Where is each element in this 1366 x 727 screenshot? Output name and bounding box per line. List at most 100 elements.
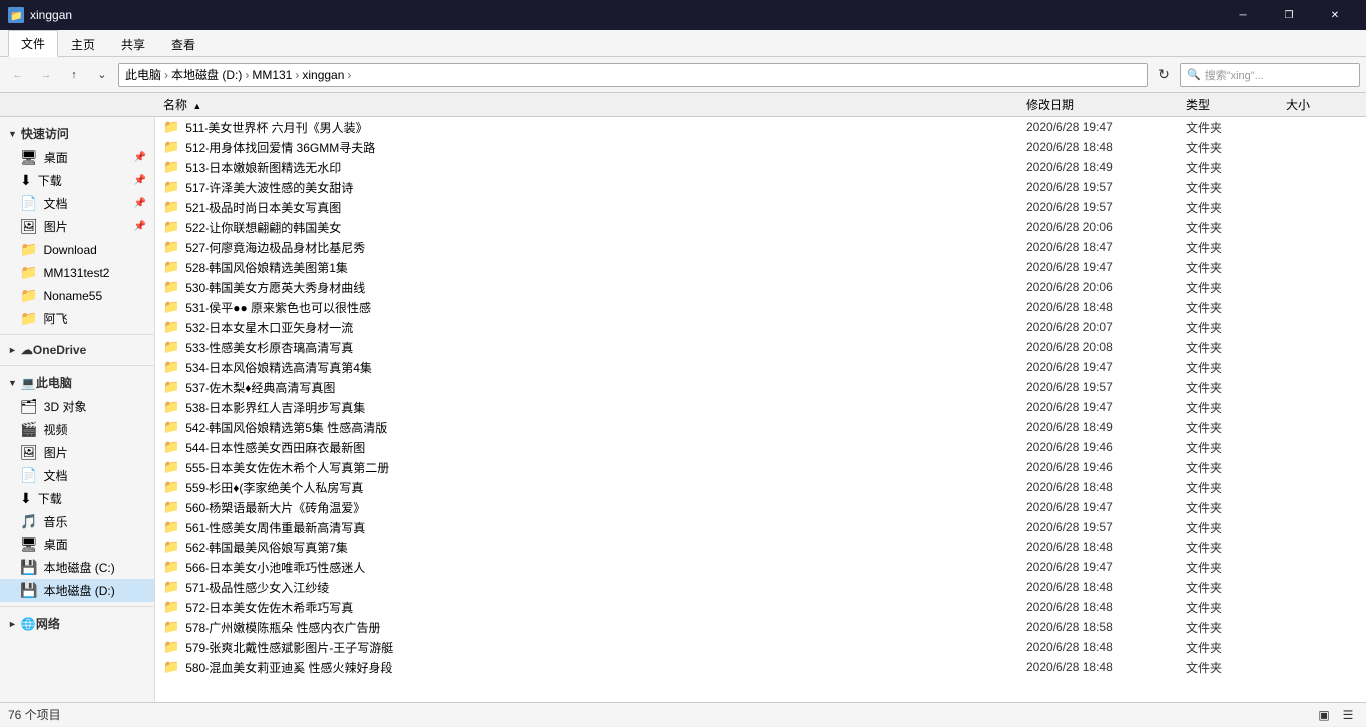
table-row[interactable]: 📁528-韩国风俗娘精选美图第1集2020/6/28 19:47文件夹 <box>155 257 1366 277</box>
table-row[interactable]: 📁542-韩国风俗娘精选第5集 性感高清版2020/6/28 18:49文件夹 <box>155 417 1366 437</box>
up-button[interactable]: ↑ <box>62 63 86 87</box>
table-row[interactable]: 📁517-许泽美大波性感的美女甜诗2020/6/28 19:57文件夹 <box>155 177 1366 197</box>
main-layout: ▼ 快速访问 🖥 桌面 📌 ⬇ 下载 📌 📄 文档 📌 🖼 图片 📌 📁 Dow… <box>0 117 1366 702</box>
table-row[interactable]: 📁555-日本美女佐佐木希个人写真第二册2020/6/28 19:46文件夹 <box>155 457 1366 477</box>
network-section[interactable]: ► 🌐 网络 <box>0 611 154 636</box>
search-box[interactable]: 🔍 搜索"xing"... <box>1180 63 1360 87</box>
sidebar-item-drive-c[interactable]: 💾 本地磁盘 (C:) <box>0 556 154 579</box>
refresh-button[interactable]: ↻ <box>1152 63 1176 87</box>
sidebar-item-noname55[interactable]: 📁 Noname55 <box>0 284 154 307</box>
file-type: 文件夹 <box>1186 139 1286 156</box>
folder-icon-1: 📁 <box>20 241 37 258</box>
table-row[interactable]: 📁572-日本美女佐佐木希乖巧写真2020/6/28 18:48文件夹 <box>155 597 1366 617</box>
table-row[interactable]: 📁521-极品时尚日本美女写真图2020/6/28 19:57文件夹 <box>155 197 1366 217</box>
tab-share[interactable]: 共享 <box>108 31 158 57</box>
video-label: 视频 <box>43 421 67 438</box>
this-pc-section[interactable]: ▼ 💻 此电脑 <box>0 370 154 395</box>
drive-c-label: 本地磁盘 (C:) <box>43 559 114 576</box>
sidebar-item-mm131test2[interactable]: 📁 MM131test2 <box>0 261 154 284</box>
table-row[interactable]: 📁560-杨槊语最新大片《砖角温爱》2020/6/28 19:47文件夹 <box>155 497 1366 517</box>
file-date: 2020/6/28 18:49 <box>1026 420 1186 434</box>
file-type: 文件夹 <box>1186 499 1286 516</box>
afei-label: 阿飞 <box>43 310 67 327</box>
folder-icon: 📁 <box>163 119 179 135</box>
quick-access-section[interactable]: ▼ 快速访问 <box>0 121 154 146</box>
desktop-icon: 🖥 <box>20 149 38 166</box>
grid-view-button[interactable]: ▣ <box>1314 705 1334 725</box>
table-row[interactable]: 📁512-用身体找回爱情 36GMM寻夫路2020/6/28 18:48文件夹 <box>155 137 1366 157</box>
onedrive-arrow: ► <box>8 345 17 355</box>
table-row[interactable]: 📁531-侯平●● 原来紫色也可以很性感2020/6/28 18:48文件夹 <box>155 297 1366 317</box>
sidebar-item-desktop-quick[interactable]: 🖥 桌面 📌 <box>0 146 154 169</box>
download-icon: ⬇ <box>20 172 32 189</box>
table-row[interactable]: 📁534-日本风俗娘精选高清写真第4集2020/6/28 19:47文件夹 <box>155 357 1366 377</box>
minimize-button[interactable]: ─ <box>1220 0 1266 30</box>
folder-icon: 📁 <box>163 259 179 275</box>
sidebar-item-download-quick[interactable]: ⬇ 下载 📌 <box>0 169 154 192</box>
sidebar-item-music[interactable]: 🎵 音乐 <box>0 510 154 533</box>
maximize-button[interactable]: ❐ <box>1266 0 1312 30</box>
table-row[interactable]: 📁530-韩国美女方愿英大秀身材曲线2020/6/28 20:06文件夹 <box>155 277 1366 297</box>
folder-icon: 📁 <box>163 499 179 515</box>
table-row[interactable]: 📁527-何廖竟海边极品身材比基尼秀2020/6/28 18:47文件夹 <box>155 237 1366 257</box>
sidebar-item-download-folder[interactable]: 📁 Download <box>0 238 154 261</box>
sidebar-item-desktop[interactable]: 🖥 桌面 <box>0 533 154 556</box>
file-name: 537-佐木梨♦经典高清写真图 <box>185 379 1026 396</box>
drive-d-label: 本地磁盘 (D:) <box>43 582 114 599</box>
sidebar-item-afei[interactable]: 📁 阿飞 <box>0 307 154 330</box>
table-row[interactable]: 📁522-让你联想翩翩的韩国美女2020/6/28 20:06文件夹 <box>155 217 1366 237</box>
sidebar-item-video[interactable]: 🎬 视频 <box>0 418 154 441</box>
close-button[interactable]: ✕ <box>1312 0 1358 30</box>
file-type: 文件夹 <box>1186 399 1286 416</box>
folder-icon: 📁 <box>163 539 179 555</box>
sidebar-item-docs[interactable]: 📄 文档 <box>0 464 154 487</box>
table-row[interactable]: 📁580-混血美女莉亚迪奚 性感火辣好身段2020/6/28 18:48文件夹 <box>155 657 1366 677</box>
back-button[interactable]: ← <box>6 63 30 87</box>
recent-locations-button[interactable]: ⌄ <box>90 63 114 87</box>
col-name-header[interactable]: 名称 ▲ <box>155 96 1026 113</box>
table-row[interactable]: 📁566-日本美女小池唯乖巧性感迷人2020/6/28 19:47文件夹 <box>155 557 1366 577</box>
table-row[interactable]: 📁537-佐木梨♦经典高清写真图2020/6/28 19:57文件夹 <box>155 377 1366 397</box>
video-icon: 🎬 <box>20 421 37 438</box>
ribbon: 文件 主页 共享 查看 <box>0 30 1366 57</box>
sidebar-item-downloads[interactable]: ⬇ 下载 <box>0 487 154 510</box>
table-row[interactable]: 📁579-张爽北戴性感斌影图片-王子写游艇2020/6/28 18:48文件夹 <box>155 637 1366 657</box>
table-row[interactable]: 📁578-广州嫩模陈瓶朵 性感内衣广告册2020/6/28 18:58文件夹 <box>155 617 1366 637</box>
table-row[interactable]: 📁571-极品性感少女入江纱绫2020/6/28 18:48文件夹 <box>155 577 1366 597</box>
address-path[interactable]: 此电脑 › 本地磁盘 (D:) › MM131 › xinggan › <box>118 63 1148 87</box>
table-row[interactable]: 📁533-性感美女杉原杏璃高清写真2020/6/28 20:08文件夹 <box>155 337 1366 357</box>
tab-file[interactable]: 文件 <box>8 30 58 57</box>
computer-icon: 💻 <box>21 376 36 390</box>
file-date: 2020/6/28 18:47 <box>1026 240 1186 254</box>
file-name: 530-韩国美女方愿英大秀身材曲线 <box>185 279 1026 296</box>
sidebar-item-docs-quick[interactable]: 📄 文档 📌 <box>0 192 154 215</box>
col-type-header[interactable]: 类型 <box>1186 96 1286 113</box>
list-view-button[interactable]: ☰ <box>1338 705 1358 725</box>
file-type: 文件夹 <box>1186 259 1286 276</box>
col-date-header[interactable]: 修改日期 <box>1026 96 1186 113</box>
folder-icon-3: 📁 <box>20 287 37 304</box>
file-type: 文件夹 <box>1186 339 1286 356</box>
sidebar-item-pics-quick[interactable]: 🖼 图片 📌 <box>0 215 154 238</box>
onedrive-section[interactable]: ► ☁ OneDrive <box>0 339 154 361</box>
table-row[interactable]: 📁513-日本嫩娘新图精选无水印2020/6/28 18:49文件夹 <box>155 157 1366 177</box>
sidebar-item-drive-d[interactable]: 💾 本地磁盘 (D:) <box>0 579 154 602</box>
docs-label: 文档 <box>43 195 67 212</box>
table-row[interactable]: 📁532-日本女星木口亚矢身材一流2020/6/28 20:07文件夹 <box>155 317 1366 337</box>
table-row[interactable]: 📁562-韩国最美风俗娘写真第7集2020/6/28 18:48文件夹 <box>155 537 1366 557</box>
folder-icon: 📁 <box>163 319 179 335</box>
table-row[interactable]: 📁561-性感美女周伟重最新高清写真2020/6/28 19:57文件夹 <box>155 517 1366 537</box>
table-row[interactable]: 📁511-美女世界杯 六月刊《男人装》2020/6/28 19:47文件夹 <box>155 117 1366 137</box>
path-drive: 本地磁盘 (D:) <box>171 66 242 83</box>
forward-button[interactable]: → <box>34 63 58 87</box>
sidebar-item-pics[interactable]: 🖼 图片 <box>0 441 154 464</box>
file-date: 2020/6/28 19:47 <box>1026 120 1186 134</box>
table-row[interactable]: 📁538-日本影界红人吉泽明步写真集2020/6/28 19:47文件夹 <box>155 397 1366 417</box>
tab-home[interactable]: 主页 <box>58 31 108 57</box>
table-row[interactable]: 📁544-日本性感美女西田麻衣最新图2020/6/28 19:46文件夹 <box>155 437 1366 457</box>
sidebar-item-3d[interactable]: 🗂 3D 对象 <box>0 395 154 418</box>
table-row[interactable]: 📁559-杉田♦(李家绝美个人私房写真2020/6/28 18:48文件夹 <box>155 477 1366 497</box>
col-size-header[interactable]: 大小 <box>1286 96 1366 113</box>
tab-view[interactable]: 查看 <box>158 31 208 57</box>
file-date: 2020/6/28 18:58 <box>1026 620 1186 634</box>
